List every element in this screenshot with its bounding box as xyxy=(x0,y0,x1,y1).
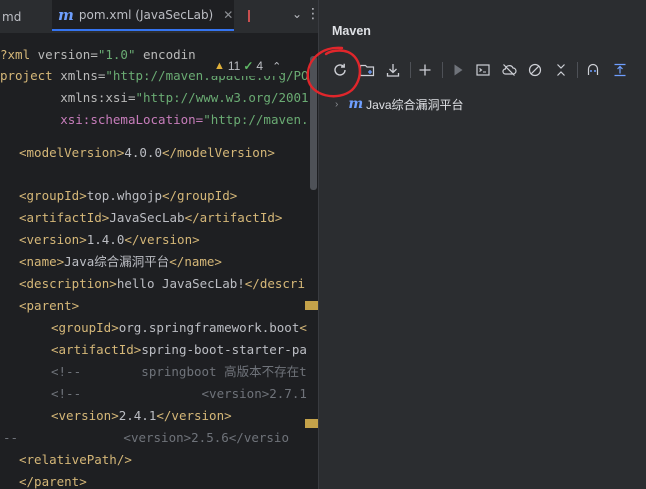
more-icon[interactable]: ⋮ xyxy=(306,6,318,22)
terminal-icon[interactable] xyxy=(472,59,494,81)
code-line: <version>2.4.1</version> xyxy=(51,408,232,423)
code-area[interactable]: ?xml version="1.0" encodin project xmlns… xyxy=(0,44,318,489)
code-line: <groupId>top.whgojp</groupId> xyxy=(19,188,238,203)
skip-tests-icon[interactable] xyxy=(524,59,546,81)
download-icon[interactable] xyxy=(382,59,404,81)
offline-icon[interactable] xyxy=(498,59,520,81)
maven-toolbar xyxy=(319,55,646,85)
code-line: <version>1.4.0</version> xyxy=(19,232,200,247)
maven-m-icon: m xyxy=(58,5,74,24)
red-circle-annotation xyxy=(306,46,361,98)
chevron-up-icon[interactable]: ⌃ xyxy=(272,60,281,73)
code-line: -- <version>2.5.6</versio xyxy=(3,430,289,445)
toolbar-separator xyxy=(577,62,578,78)
passed-count: 4 xyxy=(256,59,264,73)
code-line: <artifactId>JavaSecLab</artifactId> xyxy=(19,210,283,225)
editor-tab-bar: md m pom.xml (JavaSecLab) ✕ ⌄ ⋮ xyxy=(0,0,318,34)
tab-md[interactable]: md xyxy=(0,0,42,33)
maven-title: Maven xyxy=(332,24,371,38)
code-line: xmlns:xsi="http://www.w3.org/2001 xyxy=(60,90,309,105)
warning-marker[interactable] xyxy=(305,419,318,428)
code-line: <!-- <version>2.7.1 xyxy=(51,386,307,401)
code-line: <artifactId>spring-boot-starter-pa xyxy=(51,342,307,357)
run-icon[interactable] xyxy=(447,59,469,81)
check-icon: ✓ xyxy=(243,59,254,73)
chevron-down-icon[interactable]: ⌄ xyxy=(292,7,302,21)
editor-pane: md m pom.xml (JavaSecLab) ✕ ⌄ ⋮ ?xml ver… xyxy=(0,0,318,489)
code-line: <parent> xyxy=(19,298,80,313)
toolbar-separator xyxy=(442,62,443,78)
collapse-icon[interactable] xyxy=(550,59,572,81)
code-line: </parent> xyxy=(19,474,87,489)
warning-marker[interactable] xyxy=(305,301,318,310)
maven-tool-window: Maven › m Java综合漏洞平台 xyxy=(319,0,646,489)
warning-icon: ▲ xyxy=(214,60,225,72)
code-line: <groupId>org.springframework.boot< xyxy=(51,320,307,335)
maven-project-label: Java综合漏洞平台 xyxy=(366,97,464,112)
code-line: ?xml version="1.0" encodin xyxy=(0,47,196,62)
analyze-icon[interactable] xyxy=(582,59,604,81)
code-line: <!-- springboot 高版本不存在t xyxy=(51,364,307,379)
toolbar-separator xyxy=(410,62,411,78)
next-tab-edge[interactable] xyxy=(248,10,254,22)
code-line: <name>Java综合漏洞平台</name> xyxy=(19,254,222,269)
warning-count: 11 xyxy=(227,59,241,73)
tab-md-label: md xyxy=(2,9,22,24)
code-line: <relativePath/> xyxy=(19,452,132,467)
tab-pom-label: pom.xml (JavaSecLab) xyxy=(78,7,214,22)
code-line: <modelVersion>4.0.0</modelVersion> xyxy=(19,145,275,160)
plus-icon[interactable] xyxy=(414,59,436,81)
code-line: xsi:schemaLocation="http://maven. xyxy=(60,112,309,127)
close-icon[interactable]: ✕ xyxy=(223,8,233,22)
inspection-widget[interactable]: ▲ 11 ✓ 4 ⌃ xyxy=(210,56,282,76)
expand-icon[interactable] xyxy=(609,59,631,81)
tab-pom-xml[interactable]: m pom.xml (JavaSecLab) ✕ xyxy=(52,0,234,31)
code-line: <description>hello JavaSecLab!</descri xyxy=(19,276,305,291)
